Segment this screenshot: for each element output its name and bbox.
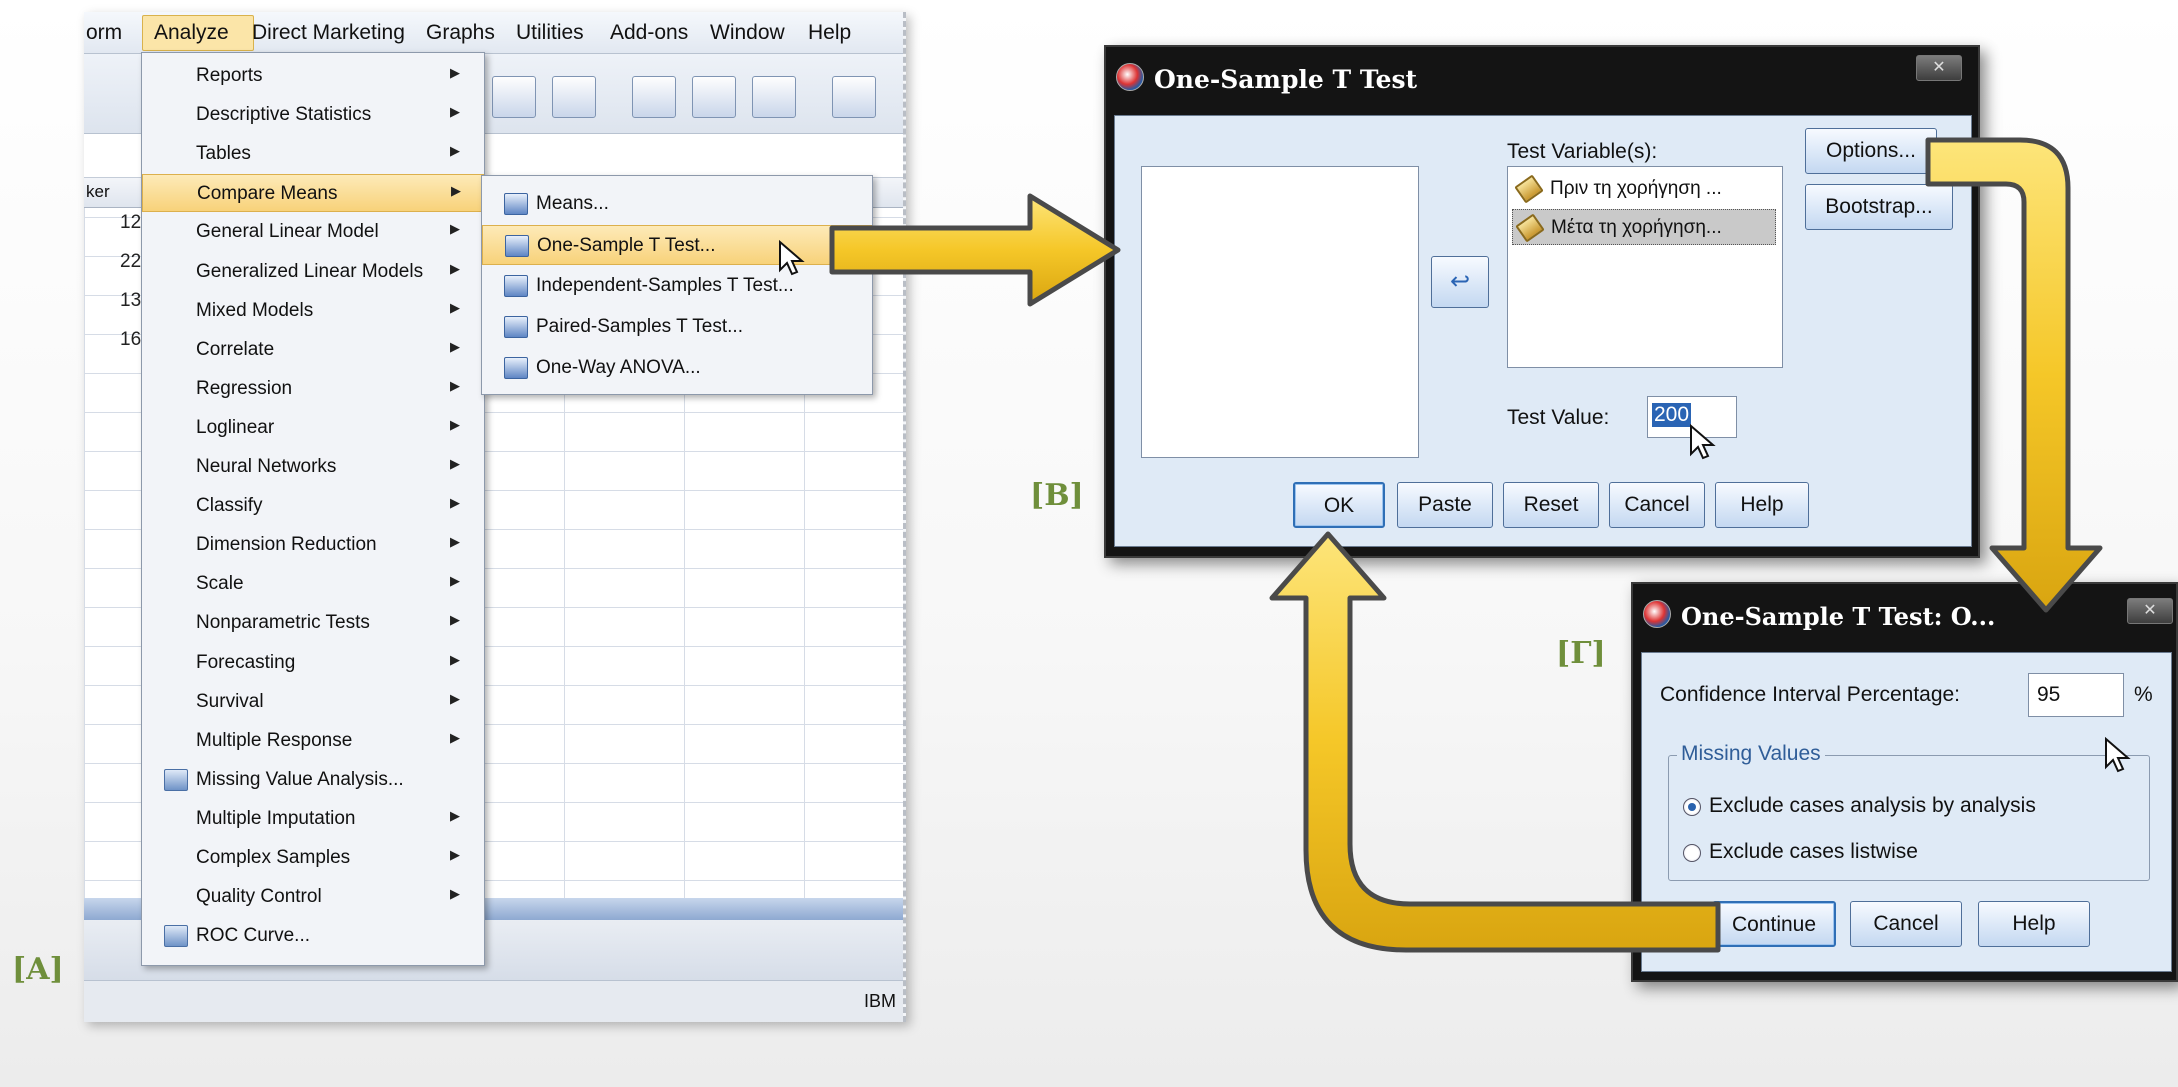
mouse-cursor-icon xyxy=(779,239,805,276)
arrow-menu-to-dialog xyxy=(829,193,1121,307)
flow-arrows xyxy=(779,137,2103,953)
arrow-options-to-dialog xyxy=(1925,137,2103,613)
arrow-continue-to-ok xyxy=(1269,531,1721,953)
